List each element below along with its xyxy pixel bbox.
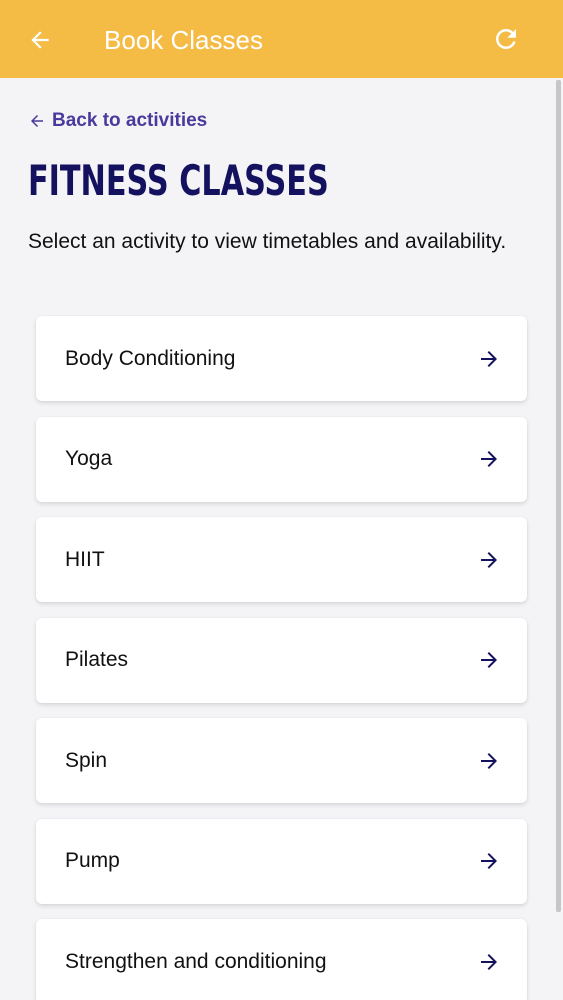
arrow-left-icon <box>31 31 49 49</box>
class-item-spin[interactable]: Spin <box>36 718 527 803</box>
page-subtitle: Select an activity to view timetables an… <box>28 230 507 253</box>
class-item-label: Body Conditioning <box>65 346 236 370</box>
class-item-label: Spin <box>65 748 108 772</box>
scrollbar[interactable] <box>556 80 561 912</box>
arrow-left-icon <box>28 112 46 130</box>
class-item-label: HIIT <box>65 547 105 571</box>
arrow-right-icon <box>477 447 501 471</box>
class-item-pump[interactable]: Pump <box>36 818 527 904</box>
class-item-label: Yoga <box>65 447 113 470</box>
app-bar: Book Classes <box>0 0 563 78</box>
class-item-yoga[interactable]: Yoga <box>36 416 527 502</box>
page-title: FITNESS CLASSES <box>28 156 329 205</box>
arrow-right-icon <box>477 548 501 572</box>
arrow-right-icon <box>477 648 501 672</box>
class-item-label: Pump <box>65 849 120 872</box>
arrow-right-icon <box>477 950 501 974</box>
arrow-right-icon <box>477 849 501 873</box>
arrow-right-icon <box>477 347 501 371</box>
refresh-icon <box>495 28 516 49</box>
class-item-label: Strengthen and conditioning <box>65 949 327 973</box>
app-bar-title: Book Classes <box>104 25 263 55</box>
arrow-right-icon <box>477 749 501 773</box>
class-item-hiit[interactable]: HIIT <box>36 517 527 602</box>
refresh-button[interactable] <box>489 22 523 56</box>
class-item-label: Pilates <box>65 648 129 671</box>
back-link-label: Back to activities <box>52 110 208 131</box>
class-item-strengthen-and-conditioning[interactable]: Strengthen and conditioning <box>36 919 527 1000</box>
back-button[interactable] <box>24 24 56 56</box>
back-to-activities-link[interactable]: Back to activities <box>28 110 207 132</box>
class-list: Body Conditioning Yoga HIIT Pilates Spin… <box>36 316 527 1000</box>
class-item-pilates[interactable]: Pilates <box>36 617 527 703</box>
class-item-body-conditioning[interactable]: Body Conditioning <box>36 316 527 401</box>
